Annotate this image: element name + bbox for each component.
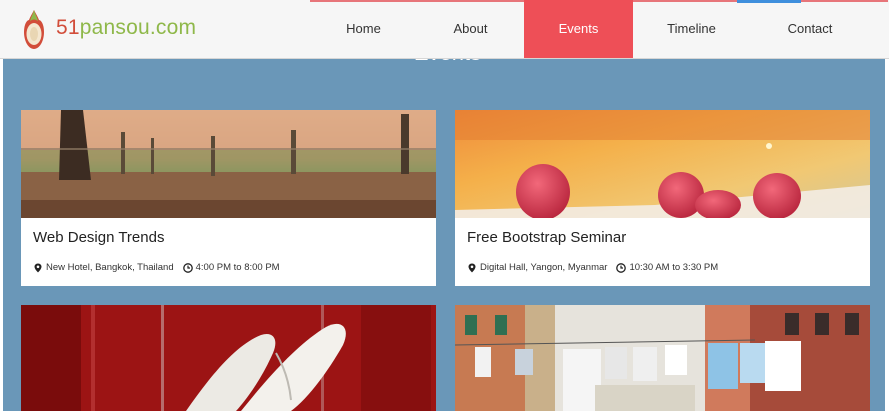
events-section: Events [3,40,885,411]
clock-icon [616,262,627,273]
event-card[interactable]: Free Bootstrap Seminar Digital Hall, Yan… [455,110,870,286]
event-location: Digital Hall, Yangon, Myanmar [480,262,608,273]
event-image-laundry [455,305,870,411]
top-navbar: 51pansou.com Home About Events Timeline … [0,0,889,59]
map-marker-icon [467,263,477,273]
map-marker-icon [33,263,43,273]
nav-about[interactable]: About [417,0,524,58]
page-frame: Events [0,0,889,411]
event-title[interactable]: Web Design Trends [33,229,164,246]
brand-logo-text[interactable]: 51pansou.com [56,16,196,40]
event-card[interactable]: Web Design Trends New Hotel, Bangkok, Th… [21,110,436,286]
event-title[interactable]: Free Bootstrap Seminar [467,229,626,246]
nav-timeline[interactable]: Timeline [633,0,750,58]
event-time: 4:00 PM to 8:00 PM [195,262,280,273]
brand-logo-domain: pansou.com [79,16,197,39]
event-location: New Hotel, Bangkok, Thailand [46,262,174,273]
event-meta: Digital Hall, Yangon, Myanmar 10:30 AM t… [467,262,718,273]
nav-events[interactable]: Events [524,0,633,58]
logo-icon[interactable] [21,8,47,52]
clock-icon [182,262,193,273]
nav-contact[interactable]: Contact [750,0,870,58]
event-meta: New Hotel, Bangkok, Thailand 4:00 PM to … [33,262,280,273]
event-image-park [21,110,436,218]
event-card[interactable] [455,305,870,411]
event-card[interactable] [21,305,436,411]
nav-home[interactable]: Home [310,0,417,58]
event-image-shoes [21,305,436,411]
event-time: 10:30 AM to 3:30 PM [629,262,719,273]
event-image-raspberries [455,110,870,218]
brand-logo-number: 51 [56,16,80,39]
